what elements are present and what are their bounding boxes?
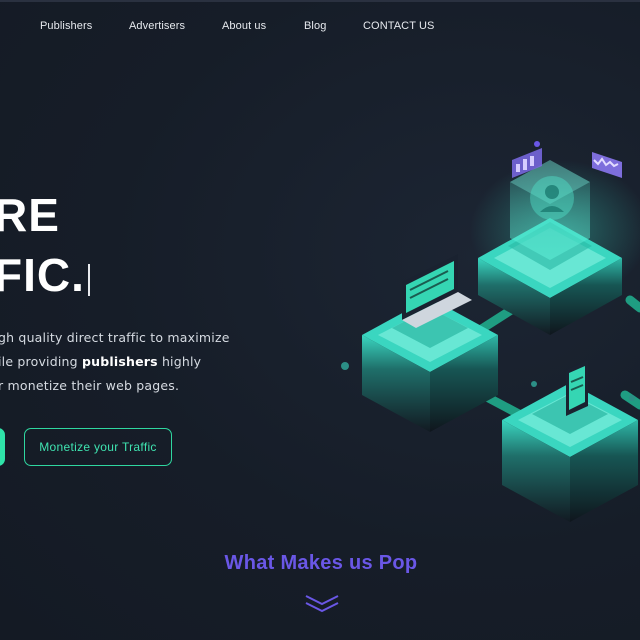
nav-publishers[interactable]: Publishers: [40, 20, 92, 32]
hero-description-line3: r monetize their web pages.: [0, 378, 180, 393]
dot: [629, 395, 635, 401]
monetize-traffic-button[interactable]: Monetize your Traffic: [24, 428, 172, 466]
desc-text: ile providing: [0, 354, 82, 369]
nav-contact-us[interactable]: CONTACT US: [363, 20, 435, 32]
page: Publishers Advertisers About us Blog CON…: [0, 0, 640, 640]
dot: [531, 381, 537, 387]
hero-headline-line2: FIC.: [0, 249, 85, 301]
desc-bold-publishers: publishers: [81, 354, 158, 369]
typing-cursor: [88, 264, 90, 296]
desc-text: highly: [157, 354, 202, 369]
nav-blog[interactable]: Blog: [304, 20, 326, 32]
double-chevron-down-icon[interactable]: [305, 594, 339, 614]
section-title: What Makes us Pop: [224, 552, 418, 574]
top-border: [0, 0, 640, 2]
left-platform: [362, 254, 498, 432]
main-nav: Publishers Advertisers About us Blog CON…: [0, 20, 640, 38]
advertise-button-partial[interactable]: [0, 428, 5, 466]
isometric-network-illustration: [341, 141, 640, 522]
hero-description-line1: gh quality direct traffic to maximize: [0, 330, 230, 345]
dot: [341, 362, 349, 370]
hero-headline-line1: RE: [0, 189, 60, 241]
nav-advertisers[interactable]: Advertisers: [129, 20, 185, 32]
hero-description-line2: ile providing publishers highly: [0, 354, 201, 369]
right-platform: [502, 360, 638, 522]
nav-about-us[interactable]: About us: [222, 20, 266, 32]
